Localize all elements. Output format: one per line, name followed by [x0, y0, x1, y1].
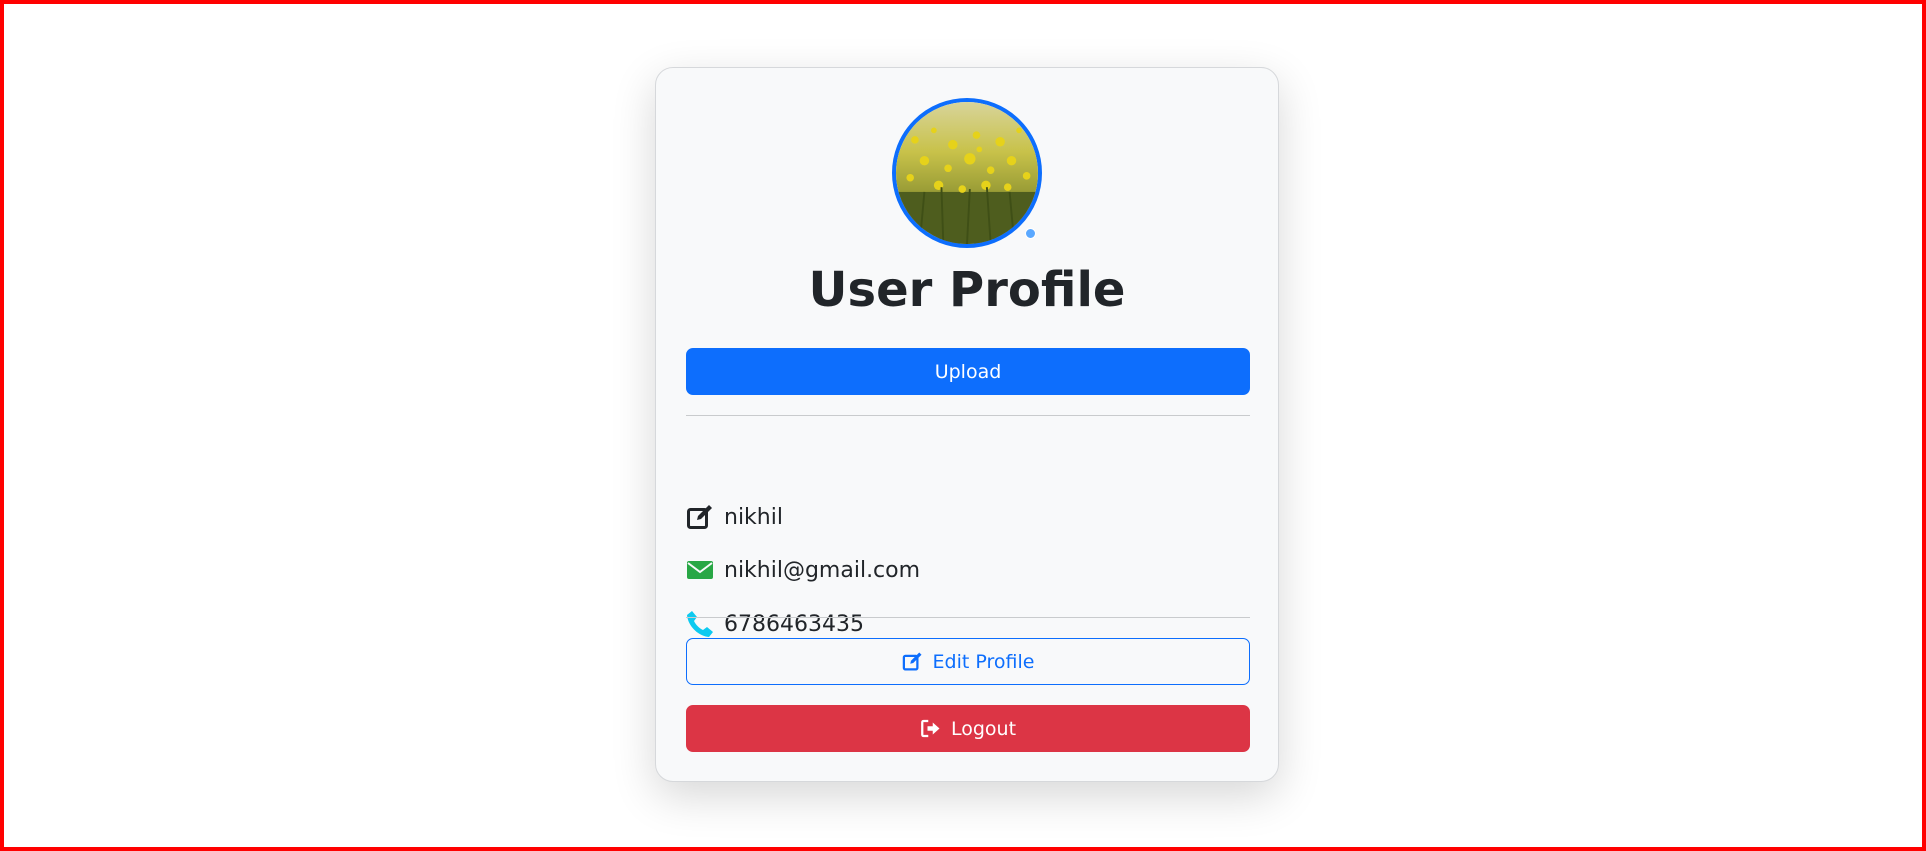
logout-label: Logout: [950, 717, 1017, 740]
avatar[interactable]: [892, 98, 1042, 248]
logout-button[interactable]: Logout: [686, 705, 1250, 752]
avatar-image: [896, 102, 1038, 244]
profile-name: nikhil: [724, 504, 783, 530]
sign-out-icon: [921, 719, 940, 738]
profile-card: User Profile Upload nikhil nikhil@gmail.…: [655, 67, 1279, 782]
upload-button-label: Upload: [934, 360, 1002, 383]
profile-email: nikhil@gmail.com: [724, 557, 921, 583]
edit-icon: [902, 652, 922, 671]
envelope-icon: [686, 556, 714, 584]
avatar-status-dot: [1025, 228, 1036, 239]
edit-profile-label: Edit Profile: [932, 650, 1035, 673]
profile-phone-row: 6786463435: [686, 608, 864, 640]
divider: [686, 617, 1250, 618]
profile-name-row: nikhil: [686, 501, 783, 533]
divider: [686, 415, 1250, 416]
edit-icon: [686, 503, 714, 531]
edit-profile-button[interactable]: Edit Profile: [686, 638, 1250, 685]
phone-icon: [686, 610, 714, 638]
page-title: User Profile: [808, 262, 1126, 318]
profile-phone: 6786463435: [724, 611, 864, 637]
upload-button[interactable]: Upload: [686, 348, 1250, 395]
profile-email-row: nikhil@gmail.com: [686, 554, 920, 586]
